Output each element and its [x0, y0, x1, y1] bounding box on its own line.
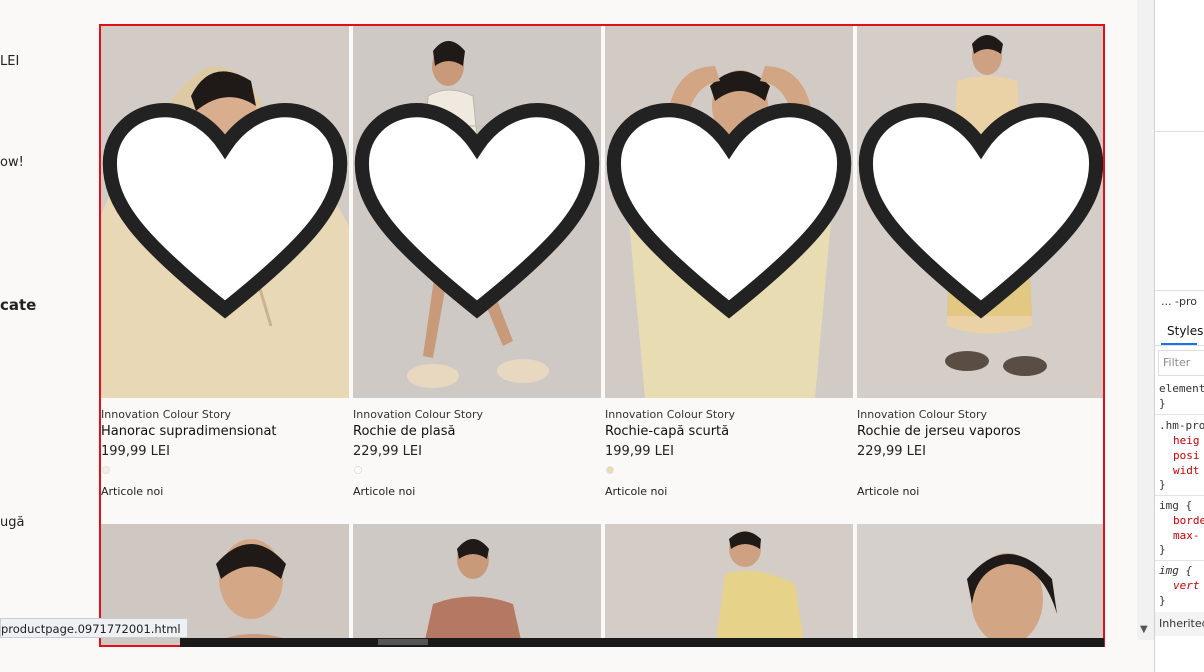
- css-rule-line: }: [1159, 594, 1166, 607]
- product-image[interactable]: [605, 26, 853, 398]
- favorite-heart-icon[interactable]: [101, 26, 349, 398]
- product-price: 229,99 LEI: [353, 444, 422, 459]
- styles-filter-input[interactable]: Filter: [1158, 350, 1204, 376]
- product-card[interactable]: Innovation Colour Story Hanorac supradim…: [101, 26, 349, 526]
- left-nav-fragment-heading: cate: [0, 296, 37, 314]
- model-photo-illustration: [857, 524, 1103, 645]
- css-rule-divider: [1155, 414, 1204, 415]
- product-price: 199,99 LEI: [101, 444, 170, 459]
- product-image[interactable]: [857, 26, 1105, 398]
- product-brand: Innovation Colour Story: [101, 408, 231, 421]
- new-arrival-badge: Articole noi: [857, 485, 920, 498]
- product-name[interactable]: Rochie de jerseu vaporos: [857, 424, 1021, 439]
- link-status-bar: productpage.0971772001.html: [0, 618, 188, 638]
- css-rule-line: img {: [1159, 499, 1193, 512]
- product-name[interactable]: Hanorac supradimensionat: [101, 424, 277, 439]
- product-name[interactable]: Rochie-capă scurtă: [605, 424, 729, 439]
- product-name[interactable]: Rochie de plasă: [353, 424, 455, 439]
- product-image-row2[interactable]: [857, 524, 1103, 645]
- new-arrival-badge: Articole noi: [605, 485, 668, 498]
- browser-viewport: LEI ow! cate ugă Innovation Colour Story…: [0, 0, 1204, 672]
- new-arrival-badge: Articole noi: [353, 485, 416, 498]
- css-property[interactable]: heig: [1159, 434, 1200, 447]
- product-brand: Innovation Colour Story: [857, 408, 987, 421]
- css-rule-line: }: [1159, 397, 1166, 410]
- product-brand: Innovation Colour Story: [605, 408, 735, 421]
- left-nav-fragment-add[interactable]: ugă: [0, 515, 24, 530]
- product-price: 199,99 LEI: [605, 444, 674, 459]
- css-property[interactable]: max-: [1159, 529, 1200, 542]
- product-card[interactable]: Innovation Colour Story Rochie-capă scur…: [605, 26, 853, 526]
- favorite-heart-icon[interactable]: [605, 26, 853, 398]
- horizontal-scrollbar[interactable]: [180, 638, 1104, 647]
- css-rule-line: }: [1159, 543, 1166, 556]
- css-rule-line: }: [1159, 478, 1166, 491]
- devtools-breadcrumb: ... -pro: [1155, 290, 1204, 314]
- devtools-tabs: Styles: [1155, 316, 1204, 346]
- product-grid-highlighted: Innovation Colour Story Hanorac supradim…: [99, 24, 1105, 647]
- product-image-row2[interactable]: [605, 524, 853, 645]
- more-options-icon[interactable]: ...: [1161, 295, 1172, 308]
- left-nav-fragment-price: LEI: [0, 54, 20, 69]
- product-image[interactable]: [353, 26, 601, 398]
- tab-styles[interactable]: Styles: [1167, 324, 1203, 338]
- css-property[interactable]: widt: [1159, 464, 1200, 477]
- model-photo-illustration: [353, 524, 601, 645]
- color-swatch[interactable]: [606, 466, 614, 474]
- css-rule-line: img {: [1159, 564, 1193, 577]
- product-price: 229,99 LEI: [857, 444, 926, 459]
- color-swatch[interactable]: [102, 466, 110, 474]
- css-property[interactable]: vert: [1159, 579, 1200, 592]
- product-image-row2[interactable]: [353, 524, 601, 645]
- active-tab-indicator: [1161, 343, 1197, 345]
- css-rule-divider: [1155, 560, 1204, 561]
- css-rule-divider: [1155, 495, 1204, 496]
- scroll-down-arrow-icon[interactable]: ▼: [1140, 624, 1148, 635]
- new-arrival-badge: Articole noi: [101, 485, 164, 498]
- favorite-heart-icon[interactable]: [857, 26, 1105, 398]
- css-rule-line: .hm-pro: [1159, 419, 1204, 432]
- scrollbar-thumb[interactable]: [378, 639, 428, 645]
- devtools-panel: ... -pro Styles Filter element } .hm-pro…: [1154, 0, 1204, 672]
- product-card[interactable]: Innovation Colour Story Rochie de plasă …: [353, 26, 601, 526]
- product-brand: Innovation Colour Story: [353, 408, 483, 421]
- product-image[interactable]: [101, 26, 349, 398]
- product-card[interactable]: Innovation Colour Story Rochie de jerseu…: [857, 26, 1105, 526]
- favorite-heart-icon[interactable]: [353, 26, 601, 398]
- breadcrumb-node[interactable]: -pro: [1175, 295, 1197, 308]
- inherited-section-header: Inherited: [1155, 612, 1204, 636]
- vertical-scrollbar[interactable]: ▼: [1137, 0, 1154, 640]
- left-nav-fragment-banner: ow!: [0, 155, 24, 170]
- devtools-elements-area: [1155, 0, 1204, 132]
- css-rule-line: element: [1159, 382, 1204, 395]
- color-swatch[interactable]: [354, 466, 362, 474]
- css-property[interactable]: posi: [1159, 449, 1200, 462]
- css-property[interactable]: borde: [1159, 514, 1204, 527]
- model-photo-illustration: [605, 524, 853, 645]
